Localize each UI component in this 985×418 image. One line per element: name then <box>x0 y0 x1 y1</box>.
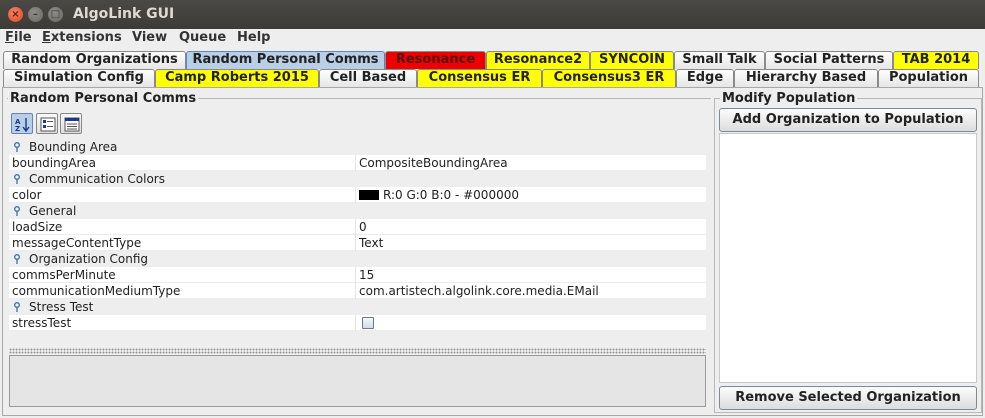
menu-help[interactable]: Help <box>237 30 270 45</box>
color-swatch <box>359 190 379 200</box>
tab-edge[interactable]: Edge <box>676 69 734 87</box>
tab-resonance[interactable]: Resonance <box>385 51 486 69</box>
show-description-icon <box>64 117 80 132</box>
tab-syncoin[interactable]: SYNCOIN <box>590 51 674 69</box>
category-label: Bounding Area <box>29 140 118 154</box>
property-name: stressTest <box>12 316 72 330</box>
property-name: color <box>12 188 42 202</box>
tab-camp-roberts-2015[interactable]: Camp Roberts 2015 <box>155 69 319 87</box>
tab-random-personal-comms[interactable]: Random Personal Comms <box>186 51 385 69</box>
sort-category-button[interactable] <box>36 113 58 134</box>
property-row-boundingArea[interactable]: boundingArea CompositeBoundingArea <box>9 155 706 171</box>
population-list[interactable] <box>719 133 977 383</box>
stress-test-checkbox[interactable] <box>362 317 374 329</box>
add-organization-button[interactable]: Add Organization to Population <box>719 108 977 132</box>
left-panel-title: Random Personal Comms <box>8 91 199 106</box>
column-divider <box>355 235 356 251</box>
category-general[interactable]: General <box>9 203 706 219</box>
property-row-stressTest[interactable]: stressTest <box>9 315 706 331</box>
tab-simulation-config[interactable]: Simulation Config <box>3 69 155 87</box>
collapse-pin-icon <box>14 174 20 184</box>
property-sheet: Bounding Area boundingArea CompositeBoun… <box>9 139 706 351</box>
property-name: communicationMediumType <box>12 284 181 298</box>
splitter-handle[interactable] <box>9 348 706 354</box>
property-row-communicationMediumType[interactable]: communicationMediumType com.artistech.al… <box>9 283 706 299</box>
tab-tab-2014[interactable]: TAB 2014 <box>893 51 979 69</box>
collapse-pin-icon <box>14 302 20 312</box>
color-text: R:0 G:0 B:0 - #000000 <box>383 188 519 202</box>
minimize-window-button[interactable]: – <box>28 7 43 22</box>
category-communication-colors[interactable]: Communication Colors <box>9 171 706 187</box>
collapse-pin-icon <box>14 142 20 152</box>
property-name: loadSize <box>12 220 63 234</box>
property-value[interactable]: 15 <box>359 267 374 283</box>
tab-small-talk[interactable]: Small Talk <box>674 51 765 69</box>
property-name: boundingArea <box>12 156 96 170</box>
tab-consensus-er[interactable]: Consensus ER <box>417 69 542 87</box>
menu-queue[interactable]: Queue <box>179 30 226 45</box>
right-panel-title: Modify Population <box>720 91 858 106</box>
category-label: Communication Colors <box>29 172 165 186</box>
property-value[interactable]: Text <box>359 235 383 251</box>
remove-organization-button[interactable]: Remove Selected Organization <box>719 386 977 410</box>
category-label: Stress Test <box>29 300 94 314</box>
svg-text:Z: Z <box>15 125 20 132</box>
tab-cell-based[interactable]: Cell Based <box>319 69 417 87</box>
collapse-pin-icon <box>14 206 20 216</box>
category-stress-test[interactable]: Stress Test <box>9 299 706 315</box>
tab-consensus3-er[interactable]: Consensus3 ER <box>542 69 676 87</box>
category-organization-config[interactable]: Organization Config <box>9 251 706 267</box>
close-window-button[interactable]: × <box>8 7 23 22</box>
sort-category-icon <box>40 117 56 132</box>
property-row-color[interactable]: color R:0 G:0 B:0 - #000000 <box>9 187 706 203</box>
menu-bar: File Extensions View Queue Help <box>0 29 985 49</box>
collapse-pin-icon <box>14 254 20 264</box>
property-value[interactable]: CompositeBoundingArea <box>359 155 508 171</box>
tab-social-patterns[interactable]: Social Patterns <box>765 51 893 69</box>
menu-extensions[interactable]: Extensions <box>42 30 122 45</box>
description-area <box>9 355 706 407</box>
show-description-button[interactable] <box>60 113 82 134</box>
property-row-messageContentType[interactable]: messageContentType Text <box>9 235 706 251</box>
property-row-loadSize[interactable]: loadSize 0 <box>9 219 706 235</box>
menu-view[interactable]: View <box>132 30 167 45</box>
tab-random-organizations[interactable]: Random Organizations <box>3 51 186 69</box>
category-label: Organization Config <box>29 252 149 266</box>
column-divider <box>355 283 356 299</box>
column-divider <box>355 155 356 171</box>
property-value[interactable]: com.artistech.algolink.core.media.EMail <box>359 283 599 299</box>
property-name: commsPerMinute <box>12 268 116 282</box>
menu-file[interactable]: File <box>5 30 32 45</box>
column-divider <box>355 187 356 203</box>
category-bounding-area[interactable]: Bounding Area <box>9 139 706 155</box>
property-name: messageContentType <box>12 236 142 250</box>
column-divider <box>355 219 356 235</box>
property-row-commsPerMinute[interactable]: commsPerMinute 15 <box>9 267 706 283</box>
property-value-color[interactable]: R:0 G:0 B:0 - #000000 <box>359 187 519 203</box>
window-title: AlgoLink GUI <box>73 6 175 22</box>
sort-alphabetical-button[interactable]: A Z <box>11 113 33 134</box>
tab-resonance2[interactable]: Resonance2 <box>486 51 590 69</box>
tab-population[interactable]: Population <box>878 69 979 87</box>
sort-alphabetical-icon: A Z <box>15 118 30 132</box>
column-divider <box>355 315 356 331</box>
title-bar: × – □ AlgoLink GUI <box>0 0 985 29</box>
column-divider <box>355 267 356 283</box>
tab-hierarchy-based[interactable]: Hierarchy Based <box>734 69 878 87</box>
category-label: General <box>29 204 77 218</box>
maximize-window-button[interactable]: □ <box>48 7 63 22</box>
property-value[interactable]: 0 <box>359 219 367 235</box>
